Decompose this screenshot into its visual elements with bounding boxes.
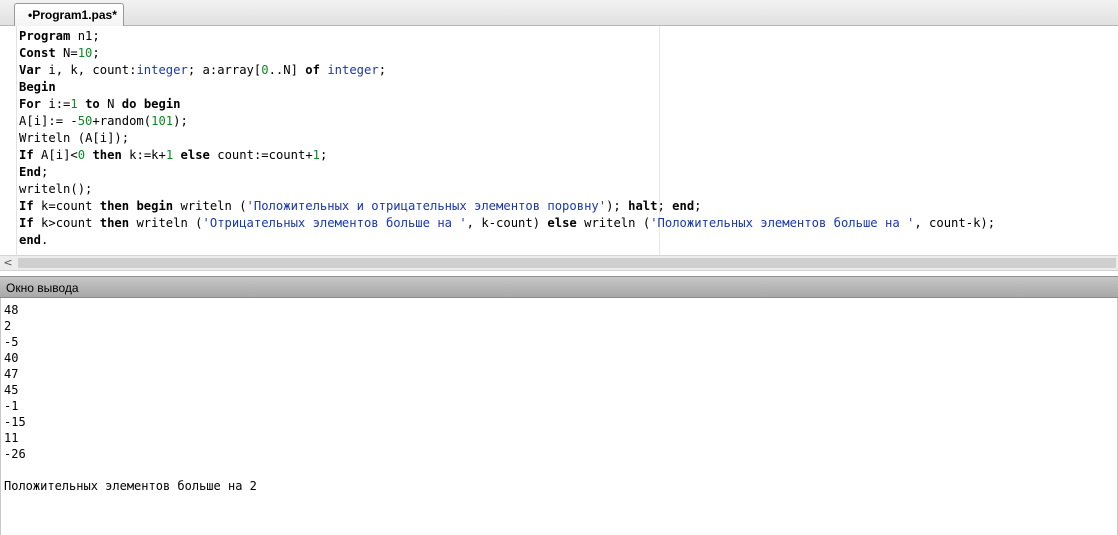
output-line: -15 [4,415,26,429]
code-line: Writeln (A[i]); [19,131,130,145]
code-line: A[i]:= -50+random(101); [19,114,188,128]
horizontal-scrollbar[interactable]: < [0,255,1118,271]
code-text[interactable]: Program n1; Const N=10; Var i, k, count:in… [19,28,1109,253]
keyword: then [99,199,130,213]
output-line: 40 [4,351,19,365]
number-literal: 10 [77,46,93,60]
code-line: end. [19,233,49,247]
code-line: Const N=10; [19,46,100,60]
code-line: Begin [19,79,1109,96]
output-line: Положительных элементов больше на 2 [4,479,257,493]
output-panel[interactable]: 48 2 -5 40 47 45 -1 -15 11 -26 Положительных элеме… [0,298,1118,535]
number-literal: 1 [312,148,320,162]
output-line: 2 [4,319,12,333]
tab-label: •Program1.pas* [28,8,117,22]
keyword: Program [19,29,71,43]
code-line: If k=count then begin writeln ('Положите… [19,199,702,213]
keyword: else [547,216,577,230]
number-literal: 1 [165,148,174,162]
keyword: end [19,233,42,247]
code-line: writeln(); [19,182,93,196]
output-line: -5 [4,335,19,349]
keyword: Const [19,46,56,60]
code-line: End; [19,165,49,179]
output-line: 45 [4,383,19,397]
string-literal: 'Положительных и отрицательных элементов… [246,199,607,213]
keyword: to [85,97,100,111]
output-line: 47 [4,367,19,381]
output-panel-header: Окно вывода [0,276,1118,298]
editor-gutter [0,26,17,255]
keyword: then [99,216,130,230]
string-literal: 'Отрицательных элементов больше на ' [202,216,467,230]
keyword: Begin [19,80,56,94]
keyword: end [672,199,695,213]
output-line: -1 [4,399,19,413]
code-line: Var i, k, count:integer; a:array[0..N] o… [19,63,387,77]
code-line: For i:=1 to N do begin [19,97,181,111]
number-literal: 0 [261,63,269,77]
code-line: If k>count then writeln ('Отрицательных … [19,216,996,230]
number-literal: 0 [77,148,86,162]
tab-program1-pas[interactable]: •Program1.pas* [14,3,124,26]
scroll-left-arrow-icon[interactable]: < [0,256,16,270]
string-literal: 'Положительных элементов больше на ' [650,216,915,230]
keyword: begin [143,97,181,111]
keyword: halt [628,199,658,213]
number-literal: 101 [151,114,174,128]
code-line: If A[i]<0 then k:=k+1 else count:=count+… [19,148,328,162]
keyword: If [19,199,34,213]
type-name: integer [327,63,379,77]
keyword: do [121,97,137,111]
code-editor[interactable]: Program n1; Const N=10; Var i, k, count:in… [0,26,1118,255]
output-line: 11 [4,431,19,445]
output-line: -26 [4,447,26,461]
keyword: begin [136,199,174,213]
keyword: of [305,63,320,77]
number-literal: 1 [70,97,78,111]
number-literal: 50 [77,114,93,128]
scrollbar-thumb[interactable] [18,258,1116,268]
keyword: End [19,165,42,179]
tab-bar: •Program1.pas* [0,0,1118,26]
output-text: 48 2 -5 40 47 45 -1 -15 11 -26 Положительных элеме… [4,302,257,494]
type-name: integer [136,63,188,77]
keyword: For [19,97,42,111]
output-line: 48 [4,303,19,317]
keyword: If [19,148,34,162]
code-line: Program n1; [19,29,100,43]
keyword: If [19,216,34,230]
output-panel-title: Окно вывода [6,281,79,295]
keyword: Var [19,63,42,77]
keyword: else [180,148,210,162]
keyword: then [92,148,122,162]
